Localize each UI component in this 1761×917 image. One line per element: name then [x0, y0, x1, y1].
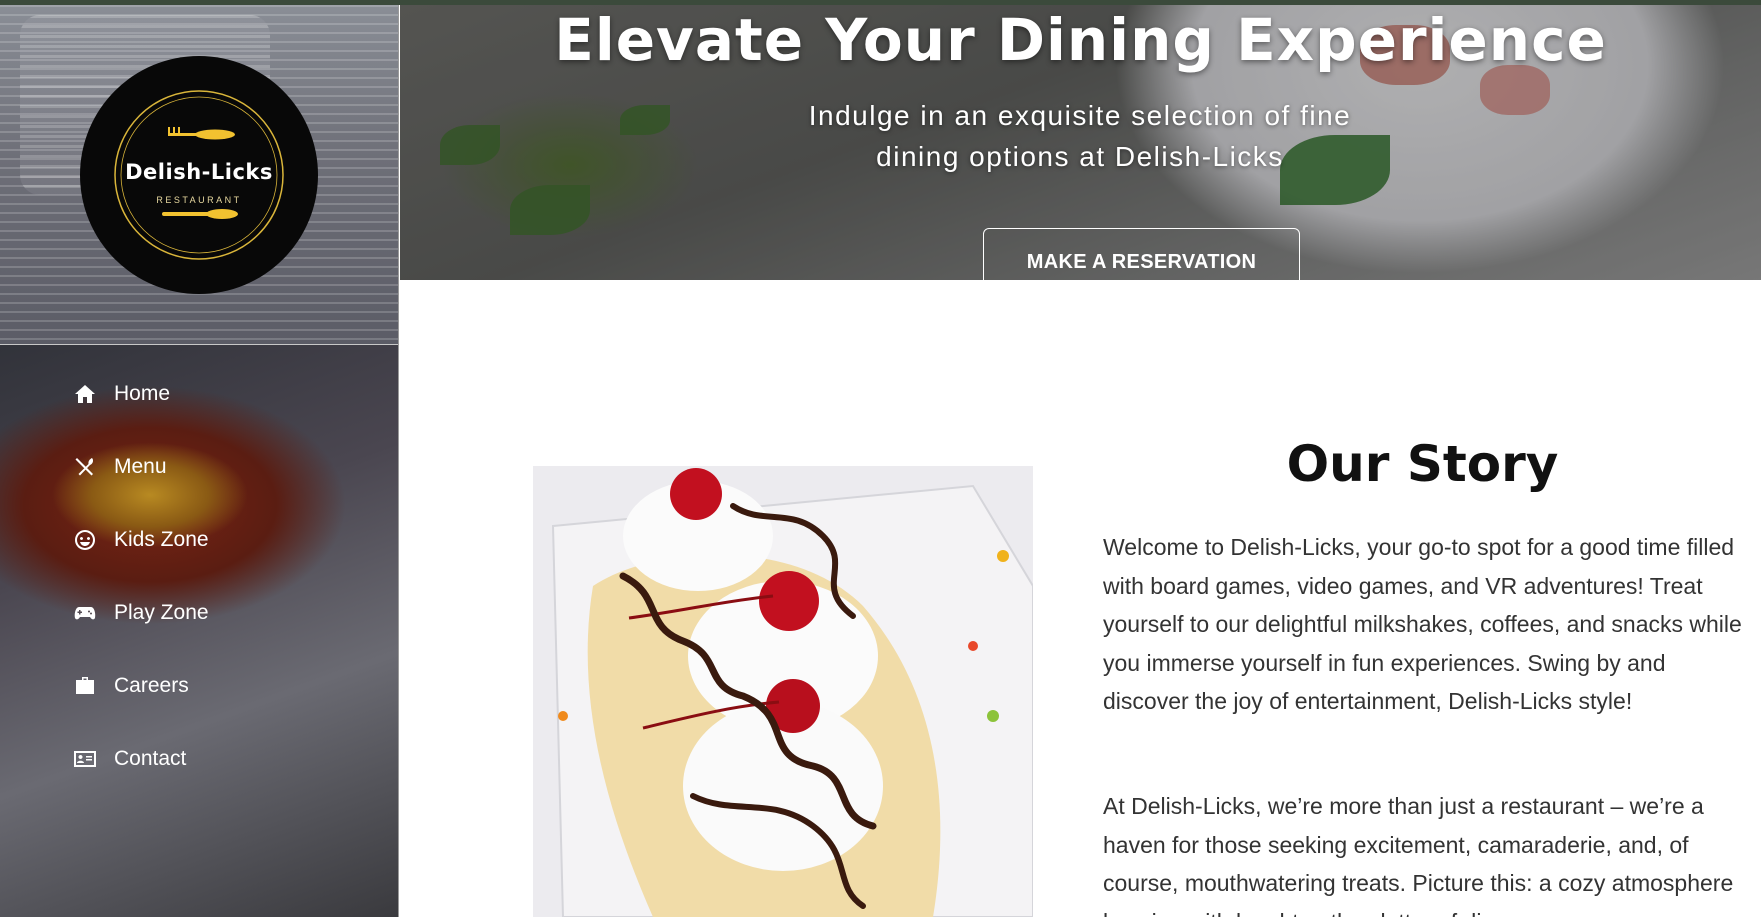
story-title: Our Story — [1286, 435, 1559, 493]
sidebar: Delish-Licks RESTAURANT Home Menu Kids Z… — [0, 5, 399, 917]
brand-name: Delish-Licks — [125, 160, 273, 184]
banana-split-image — [533, 466, 1033, 917]
brand-tagline: RESTAURANT — [156, 195, 242, 205]
home-icon — [70, 381, 100, 407]
smile-icon — [70, 527, 100, 553]
sidebar-item-menu[interactable]: Menu — [0, 430, 398, 503]
sidebar-item-home[interactable]: Home — [0, 357, 398, 430]
briefcase-icon — [70, 673, 100, 699]
sidebar-item-label: Menu — [114, 454, 167, 478]
hero-banner: Elevate Your Dining Experience Indulge i… — [400, 5, 1761, 280]
sidebar-header-background: Delish-Licks RESTAURANT — [0, 5, 398, 345]
sidebar-item-label: Play Zone — [114, 600, 209, 624]
story-paragraph: At Delish-Licks, we’re more than just a … — [1103, 793, 1734, 917]
utensils-icon — [70, 454, 100, 480]
sidebar-item-label: Contact — [114, 746, 187, 770]
sidebar-item-label: Kids Zone — [114, 527, 209, 551]
banana-split-illustration — [533, 466, 1033, 917]
make-reservation-button[interactable]: MAKE A RESERVATION — [983, 228, 1300, 280]
hero-subtitle: Indulge in an exquisite selection of fin… — [808, 100, 1352, 172]
sidebar-item-careers[interactable]: Careers — [0, 649, 398, 722]
brand-logo[interactable]: Delish-Licks RESTAURANT — [80, 56, 318, 294]
sidebar-item-kids-zone[interactable]: Kids Zone — [0, 503, 398, 576]
sidebar-nav: Home Menu Kids Zone Play Zone Careers Co… — [0, 357, 398, 795]
gamepad-icon — [70, 600, 100, 626]
contact-card-icon — [70, 746, 100, 772]
story-paragraph: Welcome to Delish-Licks, your go-to spot… — [1103, 534, 1742, 714]
sidebar-item-label: Careers — [114, 673, 189, 697]
sidebar-item-play-zone[interactable]: Play Zone — [0, 576, 398, 649]
sidebar-item-label: Home — [114, 381, 171, 405]
sidebar-item-contact[interactable]: Contact — [0, 722, 398, 795]
hero-title: Elevate Your Dining Experience — [554, 6, 1607, 74]
